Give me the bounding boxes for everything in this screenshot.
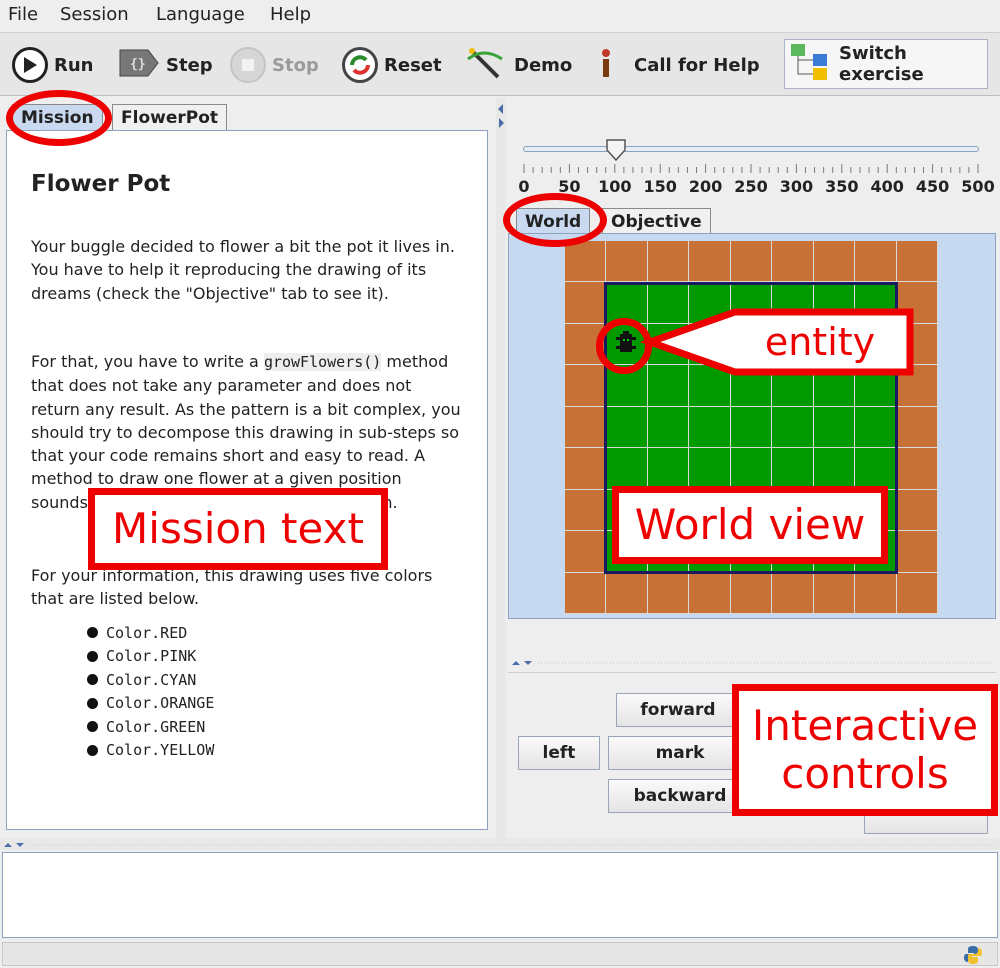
grid-cell: [772, 241, 814, 283]
mission-text-label: Mission text: [88, 488, 388, 570]
slider-tick-label: 400: [870, 177, 904, 196]
python-logo-icon: [964, 946, 982, 964]
stop-button[interactable]: Stop: [230, 45, 319, 85]
speed-slider-track[interactable]: [523, 146, 979, 152]
grid-cell: [730, 241, 773, 283]
slider-ticks: [523, 164, 979, 173]
grid-cell: [565, 365, 607, 407]
slider-tick-label: 350: [825, 177, 859, 196]
demo-button[interactable]: Demo: [464, 45, 572, 85]
slider-tick-label: 0: [518, 177, 530, 196]
bottom-splitter[interactable]: [0, 838, 1000, 850]
grid-cell: [896, 448, 938, 490]
grid-cell: [689, 241, 731, 283]
collapse-arrows-icon[interactable]: [496, 102, 506, 142]
step-button[interactable]: {} Step: [118, 45, 213, 85]
world-view-label: World view: [612, 486, 888, 564]
reset-button[interactable]: Reset: [342, 45, 442, 85]
grid-cell: [896, 406, 938, 449]
grid-cell: [896, 241, 938, 283]
menu-help[interactable]: Help: [270, 4, 311, 25]
list-item: Color.PINK: [87, 645, 214, 669]
menu-session[interactable]: Session: [60, 4, 129, 25]
mission-panel: Flower Pot Your buggle decided to flower…: [6, 130, 488, 830]
horizontal-splitter[interactable]: [508, 660, 996, 666]
grid-cell: [606, 241, 648, 283]
info-icon: [596, 45, 616, 86]
mission-paragraph: Your buggle decided to flower a bit the …: [31, 237, 455, 303]
forward-button[interactable]: forward: [616, 693, 740, 727]
left-button[interactable]: left: [518, 736, 600, 770]
entity-label: entity: [764, 320, 876, 364]
grid-cell: [565, 282, 607, 324]
grid-cell: [896, 572, 938, 614]
grid-cell: [689, 572, 731, 614]
grid-cell: [565, 406, 607, 449]
list-item: Color.CYAN: [87, 668, 214, 692]
slider-tick-label: 500: [961, 177, 995, 196]
vertical-splitter[interactable]: [496, 98, 506, 838]
tab-flowerpot[interactable]: FlowerPot: [112, 104, 228, 130]
speed-slider-thumb[interactable]: [605, 138, 627, 162]
world-tab-highlight: [503, 193, 607, 247]
list-item: Color.ORANGE: [87, 692, 214, 716]
reset-icon: [342, 47, 378, 83]
exercise-tree-icon: [789, 42, 833, 87]
slider-tick-label: 150: [643, 177, 677, 196]
list-item: Color.GREEN: [87, 715, 214, 739]
magic-wand-icon: [464, 45, 508, 86]
slider-tick-label: 250: [734, 177, 768, 196]
grid-cell: [813, 241, 856, 283]
slider-tick-label: 100: [598, 177, 632, 196]
grid-cell: [647, 241, 690, 283]
mission-title: Flower Pot: [31, 171, 171, 197]
grid-cell: [565, 489, 607, 532]
menu-file[interactable]: File: [8, 4, 38, 25]
menu-bar: File Session Language Help: [0, 0, 1000, 30]
grid-cell: [565, 572, 607, 614]
slider-tick-label: 450: [915, 177, 950, 196]
grid-cell: [565, 241, 607, 283]
grid-cell: [855, 241, 897, 283]
color-list: Color.RED Color.PINK Color.CYAN Color.OR…: [87, 621, 214, 762]
grid-cell: [772, 572, 814, 614]
grid-cell: [730, 572, 773, 614]
menu-language[interactable]: Language: [156, 4, 245, 25]
run-button[interactable]: Run: [12, 45, 94, 85]
grid-cell: [896, 489, 938, 532]
grid-cell: [813, 572, 856, 614]
toolbar: Run {} Step Stop Reset Demo Call for Hel…: [0, 32, 1000, 96]
list-item: Color.YELLOW: [87, 739, 214, 763]
grid-cell: [647, 572, 690, 614]
interactive-controls-label: Interactive controls: [732, 684, 998, 816]
backward-button[interactable]: backward: [608, 779, 752, 813]
play-icon: [12, 47, 48, 83]
slider-tick-label: 300: [779, 177, 814, 196]
mission-paragraph: For your information, this drawing uses …: [31, 566, 433, 609]
tab-objective[interactable]: Objective: [602, 208, 711, 234]
mark-button[interactable]: mark: [608, 736, 752, 770]
grid-cell: [606, 572, 648, 614]
mission-tab-highlight: [6, 90, 112, 146]
code-snippet: growFlowers(): [263, 353, 382, 371]
call-for-help-button[interactable]: Call for Help: [596, 45, 760, 85]
status-bar: [2, 942, 998, 966]
grid-cell: [565, 531, 607, 573]
console-output[interactable]: [2, 852, 998, 938]
grid-cell: [855, 572, 897, 614]
svg-text:{}: {}: [130, 57, 146, 72]
step-icon: {}: [118, 46, 160, 85]
list-item: Color.RED: [87, 621, 214, 645]
grid-cell: [896, 531, 938, 573]
switch-exercise-button[interactable]: Switch exercise: [784, 39, 988, 89]
slider-tick-label: 200: [688, 177, 723, 196]
grid-cell: [565, 448, 607, 490]
stop-icon: [230, 47, 266, 83]
